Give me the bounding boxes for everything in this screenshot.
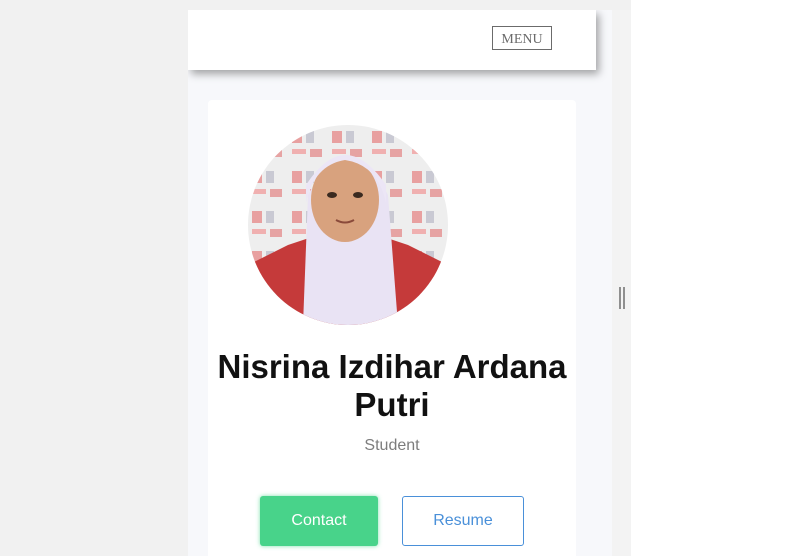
top-navbar: MENU <box>188 10 596 70</box>
profile-card: Nisrina Izdihar Ardana Putri Student Con… <box>208 100 576 556</box>
contact-button[interactable]: Contact <box>260 496 378 546</box>
profile-name: Nisrina Izdihar Ardana Putri <box>217 348 567 423</box>
menu-button[interactable]: MENU <box>492 26 552 50</box>
scroll-gutter <box>612 10 631 556</box>
resize-grip-line <box>623 287 625 309</box>
profile-role: Student <box>364 437 420 454</box>
resize-grip-line <box>619 287 621 309</box>
page-viewport: MENU Nisrina Izdihar Ardana Putri Studen… <box>188 10 612 556</box>
resize-handle[interactable] <box>619 287 625 309</box>
avatar-portrait-icon <box>248 125 448 325</box>
right-blank-panel <box>631 0 802 556</box>
profile-photo <box>248 125 448 325</box>
resume-button[interactable]: Resume <box>402 496 524 546</box>
